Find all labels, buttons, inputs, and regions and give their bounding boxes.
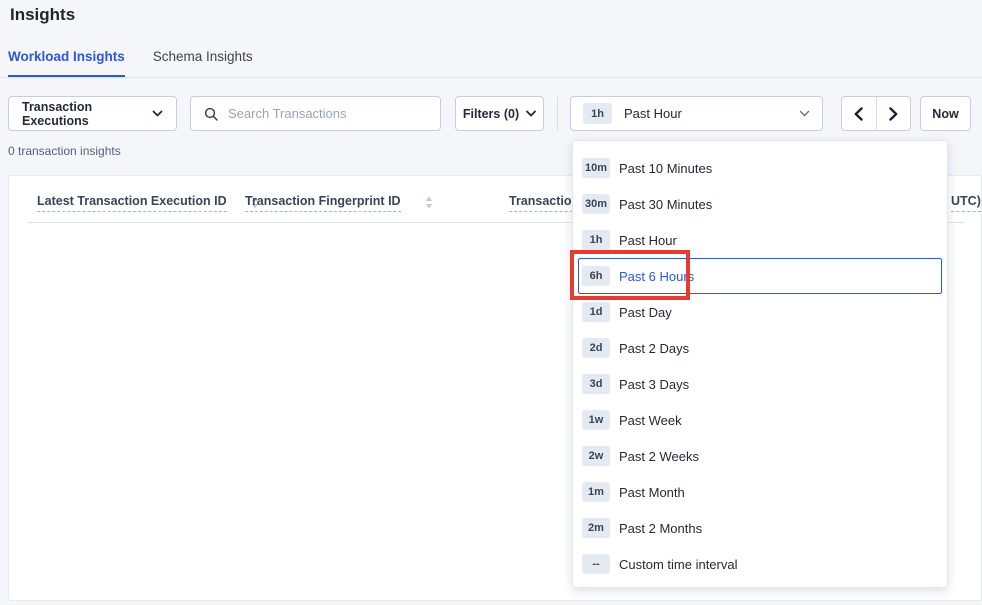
- time-option-custom-time-interval[interactable]: -- Custom time interval: [573, 546, 947, 582]
- time-option-label: Past 2 Days: [619, 341, 689, 356]
- chevron-left-icon: [854, 107, 863, 121]
- time-option-past-week[interactable]: 1w Past Week: [573, 402, 947, 438]
- column-header-label[interactable]: Latest Transaction Execution ID: [37, 194, 227, 212]
- insight-type-dropdown[interactable]: Transaction Executions: [8, 96, 177, 131]
- search-icon: [204, 107, 218, 121]
- time-option-past-hour[interactable]: 1h Past Hour: [573, 222, 947, 258]
- time-option-past-10-minutes[interactable]: 10m Past 10 Minutes: [573, 150, 947, 186]
- insight-type-label: Transaction Executions: [22, 100, 152, 128]
- sort-icon[interactable]: [425, 196, 433, 209]
- page-title: Insights: [10, 5, 75, 25]
- tab-workload-insights[interactable]: Workload Insights: [8, 47, 125, 77]
- filters-label: Filters (0): [463, 107, 519, 121]
- search-input[interactable]: [228, 106, 430, 121]
- time-option-badge: 6h: [582, 266, 610, 286]
- search-box: [190, 96, 441, 131]
- chevron-right-icon: [889, 107, 898, 121]
- time-option-label: Past Month: [619, 485, 685, 500]
- time-option-past-6-hours[interactable]: 6h Past 6 Hours: [578, 258, 942, 294]
- time-option-label: Past 10 Minutes: [619, 161, 712, 176]
- time-option-past-month[interactable]: 1m Past Month: [573, 474, 947, 510]
- column-header[interactable]: Latest Transaction Execution ID: [37, 194, 259, 212]
- chevron-down-icon: [526, 110, 536, 117]
- results-count: 0 transaction insights: [8, 144, 121, 158]
- time-option-past-day[interactable]: 1d Past Day: [573, 294, 947, 330]
- time-option-past-2-days[interactable]: 2d Past 2 Days: [573, 330, 947, 366]
- time-option-label: Past 3 Days: [619, 377, 689, 392]
- time-option-past-30-minutes[interactable]: 30m Past 30 Minutes: [573, 186, 947, 222]
- insights-page: Insights Workload Insights Schema Insigh…: [0, 0, 982, 605]
- time-option-badge: 1h: [582, 230, 610, 250]
- time-interval-badge: 1h: [583, 103, 612, 124]
- time-option-badge: 3d: [582, 374, 610, 394]
- time-option-badge: 1m: [582, 482, 610, 502]
- time-option-past-2-weeks[interactable]: 2w Past 2 Weeks: [573, 438, 947, 474]
- now-button[interactable]: Now: [920, 96, 971, 131]
- tab-schema-insights[interactable]: Schema Insights: [153, 47, 253, 77]
- time-interval-label: Past Hour: [624, 106, 799, 121]
- time-interval-menu: 10m Past 10 Minutes 30m Past 30 Minutes 1h Pa…: [572, 140, 948, 588]
- time-option-past-3-days[interactable]: 3d Past 3 Days: [573, 366, 947, 402]
- time-option-badge: 2m: [582, 518, 610, 538]
- chevron-down-icon: [152, 110, 163, 117]
- time-option-label: Custom time interval: [619, 557, 737, 572]
- time-option-badge: 1d: [582, 302, 610, 322]
- tab-bar-divider: [0, 77, 982, 78]
- column-header[interactable]: UTC): [951, 194, 981, 212]
- chevron-down-icon: [799, 110, 810, 117]
- time-option-label: Past 2 Weeks: [619, 449, 699, 464]
- column-header-label[interactable]: Transaction Fingerprint ID: [245, 194, 401, 212]
- time-option-label: Past Hour: [619, 233, 677, 248]
- time-option-label: Past 30 Minutes: [619, 197, 712, 212]
- time-step-controls: [841, 96, 911, 131]
- time-option-label: Past Day: [619, 305, 672, 320]
- time-option-past-2-months[interactable]: 2m Past 2 Months: [573, 510, 947, 546]
- column-header-label[interactable]: UTC): [951, 194, 981, 212]
- filters-dropdown[interactable]: Filters (0): [455, 96, 544, 131]
- time-option-badge: 2w: [582, 446, 610, 466]
- time-interval-dropdown[interactable]: 1h Past Hour: [570, 96, 823, 131]
- time-option-label: Past 2 Months: [619, 521, 702, 536]
- toolbar-divider: [557, 97, 558, 130]
- next-interval-button[interactable]: [877, 97, 911, 130]
- time-option-label: Past 6 Hours: [619, 269, 694, 284]
- time-option-label: Past Week: [619, 413, 682, 428]
- prev-interval-button[interactable]: [842, 97, 877, 130]
- tab-bar: Workload Insights Schema Insights: [8, 47, 253, 77]
- time-option-badge: 30m: [582, 194, 610, 214]
- time-option-badge: --: [582, 554, 610, 574]
- time-option-badge: 2d: [582, 338, 610, 358]
- time-option-badge: 1w: [582, 410, 610, 430]
- column-header[interactable]: Transaction Fingerprint ID: [245, 194, 433, 212]
- time-option-badge: 10m: [582, 158, 610, 178]
